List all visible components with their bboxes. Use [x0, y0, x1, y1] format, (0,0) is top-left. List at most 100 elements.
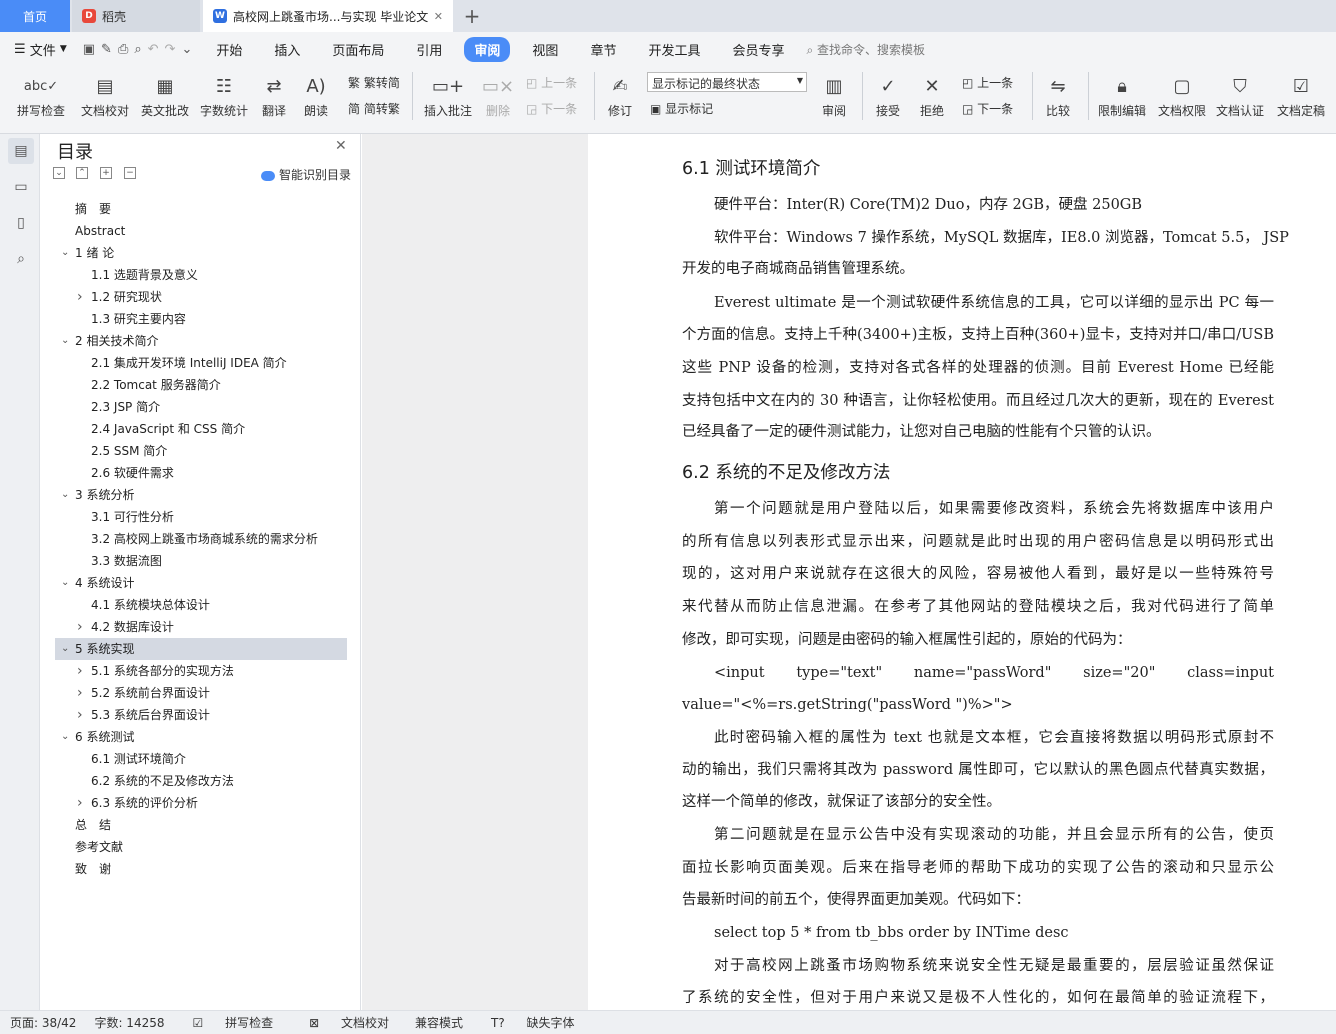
toc-item[interactable]: 2.6 软硬件需求: [41, 462, 347, 484]
toc-item[interactable]: 参考文献: [41, 836, 347, 858]
trad-to-simp-button[interactable]: 繁 繁转简: [348, 74, 400, 91]
undo-icon[interactable]: ↶: [148, 42, 159, 57]
doc-finalize-button[interactable]: ☑ 文档定稿: [1272, 70, 1330, 126]
toc-item[interactable]: 2.5 SSM 简介: [41, 440, 347, 462]
toc-item[interactable]: ⌄ 5 系统实现: [41, 638, 347, 660]
toc-item[interactable]: 4.1 系统模块总体设计: [41, 594, 347, 616]
section-nav-icon[interactable]: ▭: [8, 174, 34, 200]
smart-toc-button[interactable]: 智能识别目录: [261, 166, 351, 183]
expand-up-icon[interactable]: ⌃: [76, 167, 88, 179]
print-preview-icon[interactable]: ⌕: [134, 42, 141, 57]
translate-button[interactable]: ⇄ 翻译: [254, 70, 294, 126]
toc-item[interactable]: › 5.3 系统后台界面设计: [41, 704, 347, 726]
tab-home[interactable]: 首页: [0, 0, 70, 32]
close-tab-icon[interactable]: ✕: [434, 10, 443, 23]
add-level-icon[interactable]: +: [100, 167, 112, 179]
toc-item[interactable]: › 5.2 系统前台界面设计: [41, 682, 347, 704]
show-markup-button[interactable]: ▣ 显示标记: [650, 100, 713, 117]
menu-view[interactable]: 视图: [522, 37, 568, 62]
chevron-down-icon[interactable]: ⌄: [61, 330, 71, 352]
toc-item[interactable]: 1.1 选题背景及意义: [41, 264, 347, 286]
prev-comment-button[interactable]: ◰ 上一条: [526, 74, 577, 91]
chevron-down-icon[interactable]: ⌄: [61, 484, 71, 506]
menu-section[interactable]: 章节: [580, 37, 626, 62]
bookmark-icon[interactable]: ▯: [8, 210, 34, 236]
toc-item[interactable]: 2.1 集成开发环境 IntelliJ IDEA 简介: [41, 352, 347, 374]
markup-state-select[interactable]: 显示标记的最终状态 ▼: [647, 72, 807, 92]
menu-review[interactable]: 审阅: [464, 36, 511, 62]
en-review-button[interactable]: ▦ 英文批改: [136, 70, 194, 126]
remove-level-icon[interactable]: −: [124, 167, 136, 179]
toc-item[interactable]: 2.4 JavaScript 和 CSS 简介: [41, 418, 347, 440]
tab-document[interactable]: W 高校网上跳蚤市场...与实现 毕业论文 ✕: [203, 0, 453, 32]
toc-item[interactable]: Abstract: [41, 220, 347, 242]
doc-auth-button[interactable]: ⛉ 文档认证: [1212, 70, 1268, 126]
toc-item[interactable]: › 1.2 研究现状: [41, 286, 347, 308]
toc-item[interactable]: › 5.1 系统各部分的实现方法: [41, 660, 347, 682]
toc-item[interactable]: 1.3 研究主要内容: [41, 308, 347, 330]
reject-button[interactable]: ✕ 拒绝: [912, 70, 952, 126]
toc-item[interactable]: ⌄ 4 系统设计: [41, 572, 347, 594]
chevron-down-icon[interactable]: ⌄: [61, 638, 71, 660]
doc-proof-button[interactable]: ▤ 文档校对: [76, 70, 134, 126]
toc-item[interactable]: 6.2 系统的不足及修改方法: [41, 770, 347, 792]
toc-item[interactable]: 2.2 Tomcat 服务器简介: [41, 374, 347, 396]
toc-item[interactable]: 6.1 测试环境简介: [41, 748, 347, 770]
toc-item[interactable]: 3.2 高校网上跳蚤市场商城系统的需求分析: [41, 528, 347, 550]
next-comment-button[interactable]: ◲ 下一条: [526, 100, 577, 117]
document-page[interactable]: 6.1 测试环境简介 硬件平台：Inter(R) Core(TM)2 Duo，内存…: [588, 134, 1336, 1010]
page-indicator[interactable]: 页面: 38/42: [10, 1014, 76, 1031]
proof-status[interactable]: ⊠ 文档校对: [299, 1014, 397, 1031]
menu-developer[interactable]: 开发工具: [638, 37, 710, 62]
simp-to-trad-button[interactable]: 简 简转繁: [348, 100, 400, 117]
chevron-down-icon[interactable]: ⌄: [61, 242, 71, 264]
chevron-right-icon[interactable]: ›: [77, 616, 87, 638]
chevron-down-icon[interactable]: ⌄: [61, 726, 71, 748]
menu-start[interactable]: 开始: [206, 37, 252, 62]
toc-item[interactable]: 3.3 数据流图: [41, 550, 347, 572]
redo-icon[interactable]: ↷: [165, 42, 176, 57]
new-tab-button[interactable]: +: [460, 4, 484, 28]
close-icon[interactable]: ✕: [335, 138, 347, 154]
toc-item[interactable]: › 6.3 系统的评价分析: [41, 792, 347, 814]
toc-item[interactable]: 总 结: [41, 814, 347, 836]
command-search[interactable]: ⌕ 查找命令、搜索模板: [806, 41, 925, 58]
toc-item[interactable]: ⌄ 6 系统测试: [41, 726, 347, 748]
tab-daoke[interactable]: D 稻壳: [72, 0, 200, 32]
chevron-right-icon[interactable]: ›: [77, 792, 87, 814]
menu-member[interactable]: 会员专享: [722, 37, 794, 62]
toc-item[interactable]: 摘 要: [41, 198, 347, 220]
toc-panel-icon[interactable]: ▤: [8, 138, 34, 164]
accept-button[interactable]: ✓ 接受: [868, 70, 908, 126]
customize-icon[interactable]: ⌄: [181, 42, 192, 57]
chevron-down-icon[interactable]: ⌄: [61, 572, 71, 594]
save-icon[interactable]: ▣: [83, 42, 95, 57]
missing-font-status[interactable]: T? 缺失字体: [481, 1014, 583, 1031]
toc-item[interactable]: ⌄ 3 系统分析: [41, 484, 347, 506]
insert-comment-button[interactable]: ▭+ 插入批注: [420, 70, 476, 126]
chevron-right-icon[interactable]: ›: [77, 682, 87, 704]
spellcheck-button[interactable]: abc✓ 拼写检查: [8, 70, 74, 126]
file-menu[interactable]: ☰ 文件 ▼: [0, 40, 75, 59]
toc-item[interactable]: 2.3 JSP 简介: [41, 396, 347, 418]
review-pane-button[interactable]: ▥ 审阅: [814, 70, 854, 126]
toc-item[interactable]: › 4.2 数据库设计: [41, 616, 347, 638]
menu-references[interactable]: 引用: [406, 37, 452, 62]
restrict-edit-button[interactable]: 🔒︎ 限制编辑: [1094, 70, 1150, 126]
toc-item[interactable]: ⌄ 2 相关技术简介: [41, 330, 347, 352]
spellcheck-status[interactable]: ☑ 拼写检查: [183, 1014, 282, 1031]
toc-item[interactable]: 致 谢: [41, 858, 347, 880]
prev-change-button[interactable]: ◰ 上一条: [962, 74, 1013, 91]
delete-comment-button[interactable]: ▭× 删除: [478, 70, 518, 126]
print-icon[interactable]: ⎙: [118, 42, 128, 57]
collapse-all-icon[interactable]: ⌄: [53, 167, 65, 179]
menu-layout[interactable]: 页面布局: [322, 37, 394, 62]
read-aloud-button[interactable]: A) 朗读: [296, 70, 336, 126]
compare-button[interactable]: ⇋ 比较: [1038, 70, 1078, 126]
chevron-right-icon[interactable]: ›: [77, 704, 87, 726]
doc-permission-button[interactable]: ▢ 文档权限: [1154, 70, 1210, 126]
word-count-indicator[interactable]: 字数: 14258: [94, 1014, 164, 1031]
next-change-button[interactable]: ◲ 下一条: [962, 100, 1013, 117]
search-icon[interactable]: ⌕: [8, 246, 34, 272]
word-count-button[interactable]: ☷ 字数统计: [196, 70, 252, 126]
